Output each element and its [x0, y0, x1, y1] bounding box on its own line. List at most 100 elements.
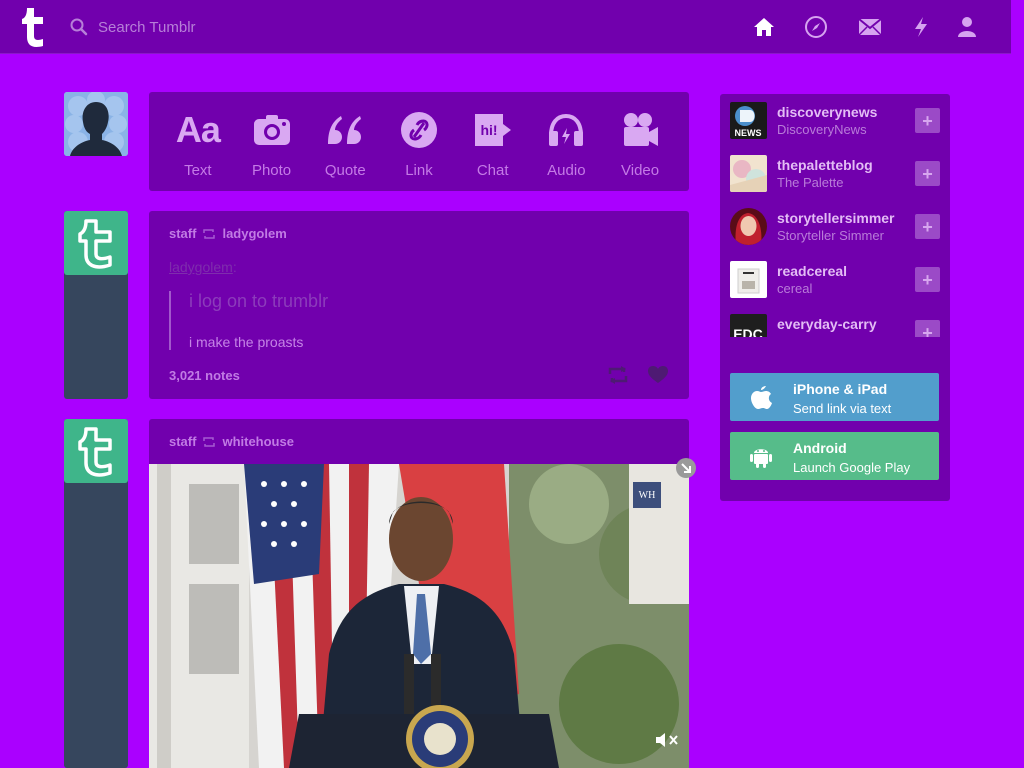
search-input[interactable]: [98, 18, 328, 36]
plus-icon: +: [922, 322, 933, 338]
blog-avatar: [730, 208, 767, 245]
tumblr-t-icon: [78, 427, 112, 477]
app-subtitle: Launch Google Play: [793, 460, 911, 475]
post-type-label: Video: [621, 162, 660, 179]
plus-icon: +: [922, 163, 933, 184]
blog-avatar: [730, 155, 767, 192]
volume-muted-icon: [656, 733, 678, 747]
post-video-button[interactable]: Video: [604, 92, 676, 191]
recommended-blog[interactable]: EDC everyday-carry +: [730, 314, 940, 337]
default-avatar-icon: [64, 92, 128, 156]
inbox-icon[interactable]: [858, 15, 882, 39]
expand-arrow-icon: [681, 463, 691, 473]
home-icon[interactable]: [752, 15, 776, 39]
post-header: staff whitehouse: [169, 434, 294, 449]
post-card: staff ladygolem ladygolem: i log on to t…: [149, 211, 689, 399]
post-type-label: Link: [405, 162, 433, 179]
plus-icon: +: [922, 269, 933, 290]
follow-button[interactable]: +: [915, 267, 940, 292]
post-photo-button[interactable]: Photo: [236, 92, 308, 191]
search-icon: [70, 18, 88, 36]
blog-avatar: NEWS: [730, 102, 767, 139]
quote-line-1: i log on to trumblr: [189, 291, 329, 311]
blog-name: storytellersimmer: [777, 210, 895, 226]
staff-avatar[interactable]: [64, 419, 128, 483]
reblogged-from[interactable]: ladygolem: [222, 226, 286, 241]
palette-avatar-icon: [730, 155, 767, 192]
plus-icon: +: [922, 216, 933, 237]
post-avatar-column: [64, 419, 128, 768]
quote-icon: [325, 110, 365, 150]
follow-button[interactable]: +: [915, 161, 940, 186]
search-box[interactable]: [70, 14, 350, 40]
post-type-label: Audio: [547, 162, 586, 179]
account-icon[interactable]: [955, 15, 979, 39]
android-icon: [750, 449, 772, 468]
follow-button[interactable]: +: [915, 108, 940, 133]
post-actions: [607, 366, 669, 384]
post-type-toolbar: Aa Text Photo Quote Link hi! Chat Audio: [149, 92, 689, 191]
top-nav-bar: [0, 0, 1011, 54]
quote-line-2: i make the proasts: [189, 334, 304, 350]
staff-avatar[interactable]: [64, 211, 128, 275]
expand-button[interactable]: [676, 458, 696, 478]
post-card: staff whitehouse WH: [149, 419, 696, 768]
mute-button[interactable]: [655, 733, 679, 752]
recommended-blog[interactable]: readcereal cereal +: [730, 261, 940, 299]
blog-title: Storyteller Simmer: [777, 228, 884, 243]
tumblr-t-icon: [78, 219, 112, 269]
post-link-button[interactable]: Link: [383, 92, 455, 191]
user-avatar[interactable]: [64, 92, 128, 156]
plus-icon: +: [922, 110, 933, 131]
explore-icon[interactable]: [804, 15, 828, 39]
post-type-label: Photo: [251, 162, 292, 179]
app-title: Android: [793, 440, 847, 456]
recommended-blog[interactable]: storytellersimmer Storyteller Simmer +: [730, 208, 940, 246]
reblog-icon[interactable]: [607, 366, 629, 384]
post-type-label: Quote: [324, 162, 366, 179]
heart-icon[interactable]: [647, 366, 669, 384]
video-frame-image: WH: [149, 464, 689, 768]
post-audio-button[interactable]: Audio: [530, 92, 602, 191]
video-player[interactable]: WH: [149, 464, 689, 768]
app-subtitle: Send link via text: [793, 401, 892, 416]
recommended-blog[interactable]: NEWS discoverynews DiscoveryNews +: [730, 102, 940, 140]
blog-title: cereal: [777, 281, 813, 296]
post-text-button[interactable]: Aa Text: [162, 92, 234, 191]
blog-name: readcereal: [777, 263, 848, 279]
follow-button[interactable]: +: [915, 214, 940, 239]
blockquote: i log on to trumblr i make the proasts: [169, 291, 649, 350]
post-quote-button[interactable]: Quote: [309, 92, 381, 191]
source-link[interactable]: ladygolem: [169, 259, 233, 275]
headphones-icon: [547, 110, 585, 150]
svg-text:NEWS: NEWS: [735, 128, 762, 138]
post-type-label: Chat: [476, 162, 509, 179]
reblog-small-icon: [203, 436, 216, 447]
post-author[interactable]: staff: [169, 434, 196, 449]
post-header: staff ladygolem: [169, 226, 287, 241]
video-camera-icon: [621, 110, 659, 150]
post-chat-button[interactable]: hi! Chat: [457, 92, 529, 191]
link-icon: [400, 110, 438, 150]
post-type-label: Text: [184, 162, 212, 179]
app-title: iPhone & iPad: [793, 381, 888, 397]
follow-button[interactable]: +: [915, 320, 940, 337]
blog-avatar: EDC: [730, 314, 767, 337]
iphone-app-button[interactable]: iPhone & iPad Send link via text: [730, 373, 939, 421]
notes-count[interactable]: 3,021 notes: [169, 368, 240, 383]
reblogged-from[interactable]: whitehouse: [222, 434, 294, 449]
cereal-avatar-icon: [730, 261, 767, 298]
android-app-button[interactable]: Android Launch Google Play: [730, 432, 939, 480]
post-author[interactable]: staff: [169, 226, 196, 241]
activity-icon[interactable]: [909, 15, 933, 39]
blog-avatar: [730, 261, 767, 298]
discovery-logo-icon: NEWS: [730, 102, 767, 139]
tumblr-logo-icon[interactable]: [18, 6, 48, 48]
reblog-small-icon: [203, 228, 216, 239]
recommended-sidebar: NEWS discoverynews DiscoveryNews + thepa…: [720, 94, 950, 501]
blog-title: The Palette: [777, 175, 844, 190]
camera-icon: [253, 110, 291, 150]
post-avatar-column: [64, 211, 128, 399]
storyteller-avatar-icon: [730, 208, 767, 245]
recommended-blog[interactable]: thepaletteblog The Palette +: [730, 155, 940, 193]
